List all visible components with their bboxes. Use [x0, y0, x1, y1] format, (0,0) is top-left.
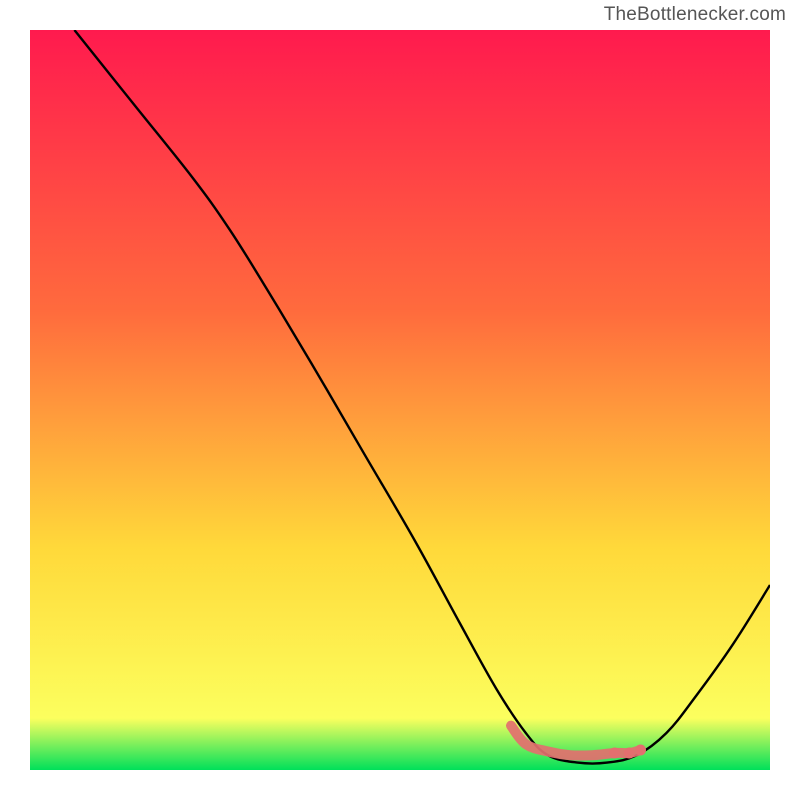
chart-container: TheBottlenecker.com — [0, 0, 800, 800]
attribution-label: TheBottlenecker.com — [604, 4, 786, 26]
plot-area — [30, 30, 770, 770]
chart-svg — [30, 30, 770, 770]
gradient-background — [30, 30, 770, 770]
